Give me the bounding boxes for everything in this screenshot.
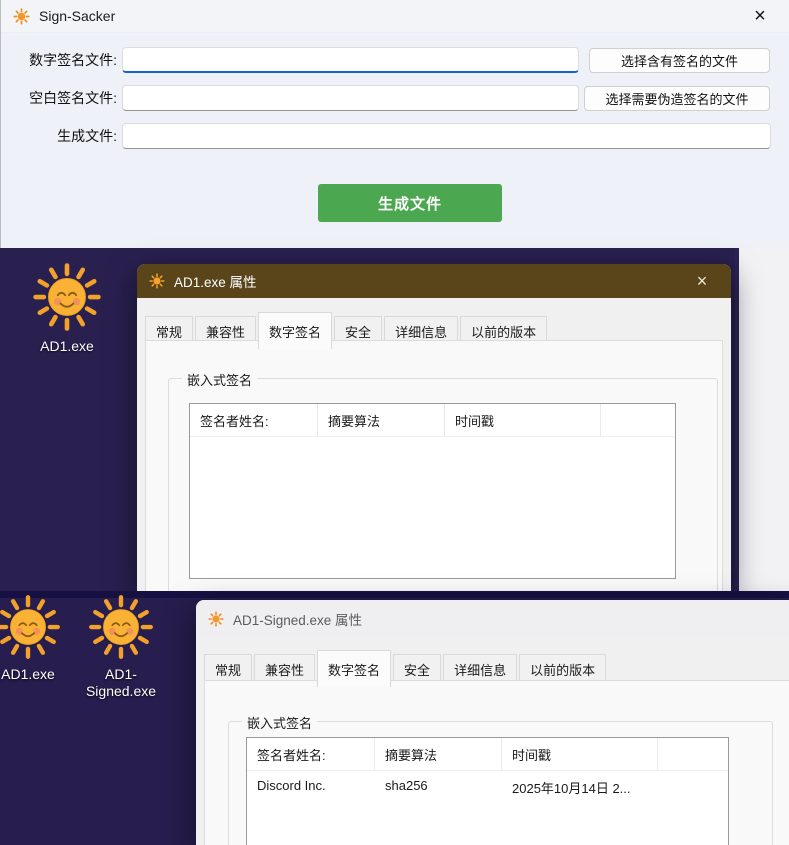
dialog-title: AD1.exe 属性 [174,271,257,291]
digest-algorithm-value: sha256 [375,771,502,804]
column-signer-name[interactable]: 签名者姓名: [247,738,375,770]
desktop-icon-label: AD1.exe [0,666,69,683]
output-file-input[interactable] [122,123,771,149]
screen: Sign-Sacker × 数字签名文件: 选择含有签名的文件 空白签名文件: … [0,0,789,845]
sun-icon [149,273,165,289]
column-digest-algorithm[interactable]: 摘要算法 [375,738,502,770]
signature-list: 签名者姓名: 摘要算法 时间戳 [189,403,676,579]
tab-digital-signatures[interactable]: 数字签名 [317,650,391,687]
select-signed-file-button[interactable]: 选择含有签名的文件 [589,48,770,73]
sign-sacker-window: Sign-Sacker × 数字签名文件: 选择含有签名的文件 空白签名文件: … [0,0,789,248]
close-icon[interactable]: × [743,6,777,26]
sun-icon [85,592,157,662]
digital-signatures-page: 嵌入式签名 签名者姓名: 摘要算法 时间戳 Discord Inc. sha25… [204,680,789,845]
row-spacer [658,771,728,804]
desktop-icon-ad1[interactable]: AD1.exe [22,260,112,355]
column-timestamp[interactable]: 时间戳 [445,404,601,436]
ad1-signed-properties-dialog: AD1-Signed.exe 属性 常规 兼容性 数字签名 安全 详细信息 以前… [196,600,789,845]
background-window-edge [735,248,789,591]
app-title: Sign-Sacker [39,8,115,24]
signature-list: 签名者姓名: 摘要算法 时间戳 Discord Inc. sha256 2025… [246,737,729,845]
signer-name-value: Discord Inc. [247,771,375,804]
sun-icon [29,260,105,334]
sun-icon [13,8,30,25]
column-timestamp[interactable]: 时间戳 [502,738,658,770]
digital-signature-file-input[interactable] [122,47,579,73]
select-forge-target-file-button[interactable]: 选择需要伪造签名的文件 [584,86,770,111]
generate-file-button[interactable]: 生成文件 [318,184,502,222]
close-icon[interactable]: × [685,271,719,292]
digital-signature-file-label: 数字签名文件: [5,47,117,73]
signature-list-header: 签名者姓名: 摘要算法 时间戳 [247,738,728,771]
desktop-bottom: AD1.exe AD1-Signed.exe [0,598,789,845]
column-spacer [601,404,675,436]
sun-icon [0,592,64,662]
signature-list-header: 签名者姓名: 摘要算法 时间戳 [190,404,675,437]
tab-digital-signatures[interactable]: 数字签名 [258,312,332,349]
digital-signatures-page: 嵌入式签名 签名者姓名: 摘要算法 时间戳 [145,340,723,600]
column-spacer [658,738,728,770]
desktop-middle: AD1.exe AD1.exe 属性 × 常规 兼容性 [0,248,789,591]
desktop-icon-label: AD1.exe [22,338,112,355]
column-digest-algorithm[interactable]: 摘要算法 [318,404,445,436]
timestamp-value: 2025年10月14日 2... [502,771,658,804]
desktop-icon-label: AD1-Signed.exe [73,666,169,700]
dialog-titlebar: AD1.exe 属性 × [137,264,731,298]
dialog-title: AD1-Signed.exe 属性 [233,609,362,629]
sun-icon [208,611,224,627]
sign-sacker-titlebar: Sign-Sacker × [1,0,789,33]
dialog-titlebar: AD1-Signed.exe 属性 [196,600,789,638]
output-file-label: 生成文件: [5,123,117,149]
table-row[interactable]: Discord Inc. sha256 2025年10月14日 2... [247,771,728,804]
blank-signature-file-label: 空白签名文件: [5,85,117,111]
group-title: 嵌入式签名 [242,713,317,732]
desktop-icon-ad1[interactable]: AD1.exe [0,592,69,683]
column-signer-name[interactable]: 签名者姓名: [190,404,318,436]
blank-signature-file-input[interactable] [122,85,579,111]
desktop-icon-ad1-signed[interactable]: AD1-Signed.exe [73,592,169,700]
ad1-properties-dialog: AD1.exe 属性 × 常规 兼容性 数字签名 安全 详细信息 以前的版本 嵌… [137,264,731,591]
group-title: 嵌入式签名 [182,370,257,389]
